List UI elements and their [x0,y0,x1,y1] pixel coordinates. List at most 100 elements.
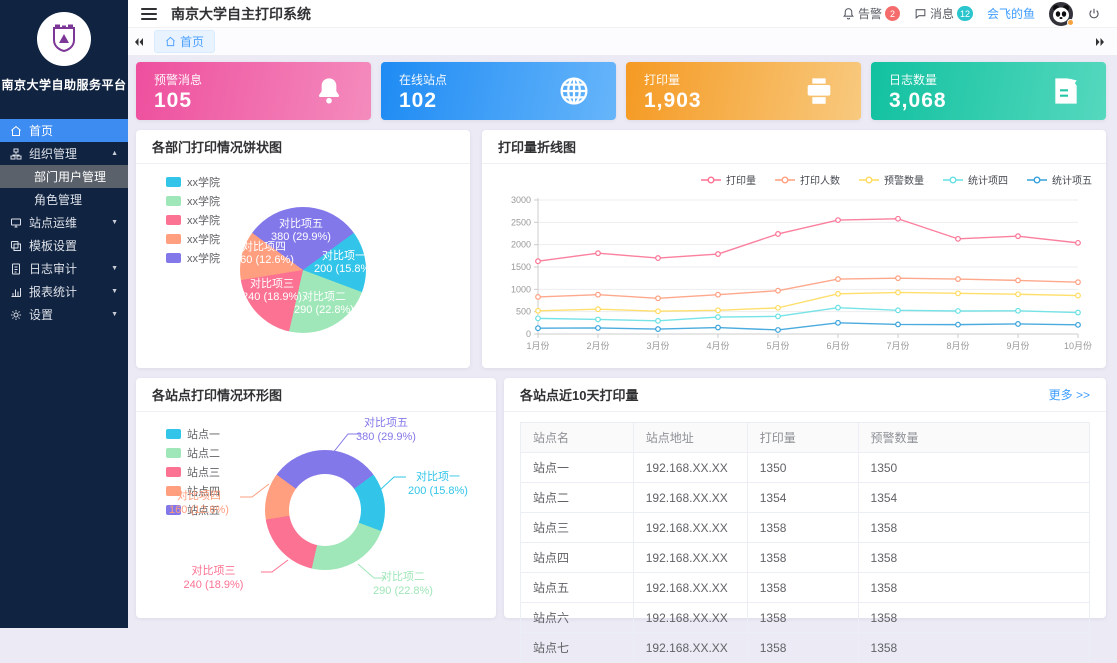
table-cell: 站点七 [521,633,634,663]
legend-item[interactable]: xx学院 [166,231,220,247]
sidebar-item-home[interactable]: 首页 [0,119,128,142]
legend-item[interactable]: 站点一 [166,426,220,442]
printer-icon [803,75,835,107]
legend-item[interactable]: xx学院 [166,212,220,228]
table-cell: 1358 [858,543,1089,573]
log-icon [10,263,22,275]
table-row[interactable]: 站点五192.168.XX.XX13581358 [521,573,1090,603]
alarm-count-badge: 2 [885,6,900,21]
chevron-up-icon: ▲ [111,150,118,157]
table-cell: 站点五 [521,573,634,603]
table-cell: 192.168.XX.XX [633,543,747,573]
sidebar-item-log-audit[interactable]: 日志审计 ▼ [0,257,128,280]
alarm-label: 告警 [858,5,882,22]
legend-swatch [166,234,181,244]
dept-pie-circle[interactable] [240,207,366,333]
table-row[interactable]: 站点七192.168.XX.XX13581358 [521,633,1090,663]
table-cell: 192.168.XX.XX [633,603,747,633]
line-chart-panel: 打印量折线图 打印量打印人数预警数量统计项四统计项五 0500100015002… [482,130,1106,368]
table-row[interactable]: 站点二192.168.XX.XX13541354 [521,483,1090,513]
legend-item[interactable]: 站点三 [166,464,220,480]
sidebar-item-label: 站点运维 [29,214,77,231]
username[interactable]: 会飞的鱼 [987,5,1035,22]
bell-icon [842,7,855,20]
site-donut-ring[interactable] [265,450,385,570]
legend-label: 站点五 [187,502,220,518]
table-cell: 1358 [858,603,1089,633]
legend-swatch [166,429,181,439]
sidebar: 南京大学自助服务平台 首页 组织管理 ▲ 部门用户管理 角色管理 站点运维 ▼ [0,0,128,628]
line-legend-marker [700,175,722,185]
col-header-alert-count: 预警数量 [858,423,1089,453]
panel-title: 打印量折线图 [482,130,1106,164]
svg-text:9月份: 9月份 [1006,340,1029,351]
table-cell: 1350 [747,453,858,483]
collapse-left-icon[interactable] [128,36,150,48]
legend-swatch [166,467,181,477]
legend-swatch [166,196,181,206]
svg-text:8月份: 8月份 [946,340,969,351]
app-title: 南京大学自主打印系统 [171,4,311,24]
sidebar-item-dept-user-management[interactable]: 部门用户管理 [0,165,128,188]
legend-item[interactable]: xx学院 [166,193,220,209]
main-content: 预警消息 105 在线站点 102 打印量 1,903 日志数量 3,068 各… [128,56,1117,628]
svg-text:4月份: 4月份 [706,340,729,351]
platform-title: 南京大学自助服务平台 [0,76,128,93]
legend-item[interactable]: 站点五 [166,502,220,518]
legend-item[interactable]: 打印量 [700,172,756,187]
svg-text:1000: 1000 [511,284,531,294]
more-link[interactable]: 更多 >> [1049,386,1090,403]
chevron-down-icon: ▼ [111,219,118,226]
table-row[interactable]: 站点四192.168.XX.XX13581358 [521,543,1090,573]
svg-text:2月份: 2月份 [586,340,609,351]
sidebar-item-settings[interactable]: 设置 ▼ [0,303,128,326]
donut-legend: 站点一站点二站点三站点四站点五 [166,426,220,518]
alarm-button[interactable]: 告警 2 [842,5,900,22]
message-button[interactable]: 消息 12 [914,5,973,22]
panel-title: 各部门打印情况饼状图 [136,130,470,164]
legend-item[interactable]: 预警数量 [858,172,924,187]
message-icon [914,7,927,20]
sidebar-item-label: 角色管理 [34,191,82,208]
legend-item[interactable]: 站点四 [166,483,220,499]
table-row[interactable]: 站点六192.168.XX.XX13581358 [521,603,1090,633]
power-icon[interactable] [1087,7,1101,21]
legend-label: xx学院 [187,250,220,266]
legend-item[interactable]: 统计项四 [942,172,1008,187]
pie-legend: xx学院 xx学院 xx学院 xx学院 xx学院 [166,174,220,266]
sidebar-item-report-stats[interactable]: 报表统计 ▼ [0,280,128,303]
sidebar-item-template-settings[interactable]: 模板设置 [0,234,128,257]
expand-right-icon[interactable] [1089,36,1111,48]
message-count-badge: 12 [957,6,973,21]
legend-item[interactable]: 站点二 [166,445,220,461]
svg-text:500: 500 [516,307,531,317]
table-cell: 1354 [858,483,1089,513]
legend-swatch [166,253,181,263]
svg-text:2500: 2500 [511,217,531,227]
legend-item[interactable]: xx学院 [166,174,220,190]
sidebar-item-label: 组织管理 [29,145,77,162]
table-row[interactable]: 站点三192.168.XX.XX13581358 [521,513,1090,543]
hamburger-menu-icon[interactable] [141,5,157,23]
gear-icon [10,309,22,321]
table-cell: 192.168.XX.XX [633,513,747,543]
tab-home[interactable]: 首页 [154,30,215,53]
sidebar-item-org-management[interactable]: 组织管理 ▲ [0,142,128,165]
avatar[interactable] [1049,2,1073,26]
line-legend-marker [942,175,964,185]
line-chart[interactable]: 0500100015002000250030001月份2月份3月份4月份5月份6… [492,192,1096,362]
sidebar-item-label: 报表统计 [29,283,77,300]
legend-item[interactable]: 统计项五 [1026,172,1092,187]
sidebar-item-role-management[interactable]: 角色管理 [0,188,128,211]
svg-text:5月份: 5月份 [766,340,789,351]
legend-item[interactable]: xx学院 [166,250,220,266]
table-row[interactable]: 站点一192.168.XX.XX13501350 [521,453,1090,483]
table-cell: 1358 [747,573,858,603]
site-donut-panel: 各站点打印情况环形图 站点一站点二站点三站点四站点五 对比项五380 (29.9… [136,378,496,618]
sidebar-item-label: 设置 [29,306,53,323]
table-cell: 192.168.XX.XX [633,573,747,603]
stat-card-online-sites: 在线站点 102 [381,62,616,120]
line-legend-marker [774,175,796,185]
sidebar-item-site-ops[interactable]: 站点运维 ▼ [0,211,128,234]
legend-item[interactable]: 打印人数 [774,172,840,187]
